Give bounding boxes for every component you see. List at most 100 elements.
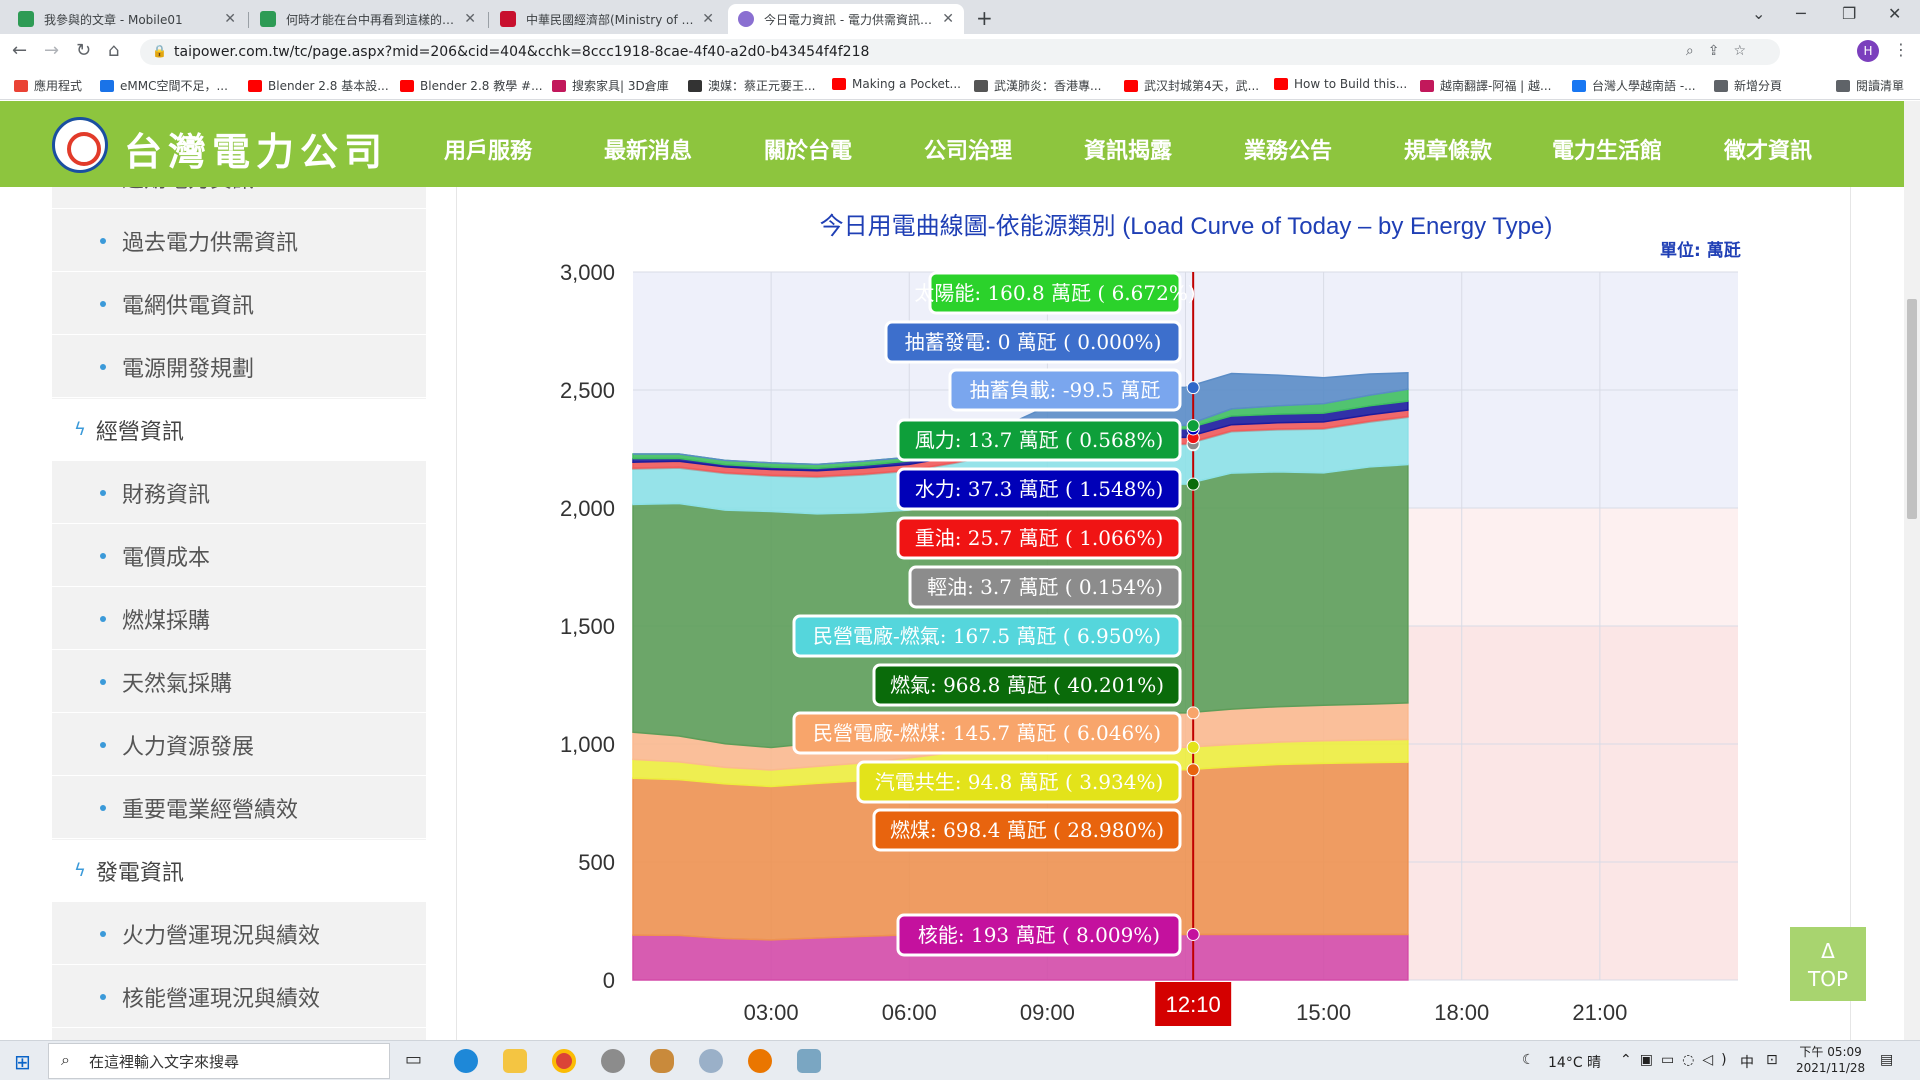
weather-text[interactable]: 14°C 晴	[1548, 1052, 1601, 1072]
bookmark-label: 新增分頁	[1734, 79, 1783, 93]
tab-title: 何時才能在台中再看到這樣的藍天	[286, 12, 457, 27]
sidebar-item[interactable]: 財務資訊	[52, 462, 426, 524]
windows-start-icon[interactable]: ⊞	[14, 1050, 31, 1074]
app-icon[interactable]	[699, 1049, 723, 1073]
taskbar-clock[interactable]: 下午 05:09 2021/11/28	[1796, 1044, 1865, 1076]
bookmark-item[interactable]: 新增分頁	[1714, 77, 1782, 94]
nav-item[interactable]: 用戶服務	[444, 133, 532, 165]
close-icon[interactable]: ✕	[702, 11, 714, 27]
browser-tab[interactable]: 何時才能在台中再看到這樣的藍天 ✕	[250, 4, 486, 34]
bookmark-item[interactable]: Blender 2.8 基本設...	[248, 77, 389, 94]
menu-kebab-icon[interactable]: ⋮	[1893, 40, 1909, 59]
browser-tab[interactable]: 中華民國經濟部(Ministry of Eco ✕	[490, 4, 724, 34]
nav-item[interactable]: 公司治理	[924, 133, 1012, 165]
sidebar-category[interactable]: ϟ 發電資訊	[52, 840, 426, 902]
site-logo-text[interactable]: 台灣電力公司	[124, 121, 388, 176]
sidebar-item-label: 電網供電資訊	[122, 293, 255, 319]
sidebar-item[interactable]: 重要電業經營績效	[52, 777, 426, 839]
bookmark-favicon-icon	[248, 79, 262, 92]
nav-item[interactable]: 規章條款	[1404, 133, 1492, 165]
app-icon[interactable]	[797, 1049, 821, 1073]
nav-item[interactable]: 關於台電	[764, 133, 852, 165]
sidebar-item[interactable]: 核能營運現況與績效	[52, 966, 426, 1028]
home-icon[interactable]: ⌂	[108, 40, 119, 61]
page-scrollbar[interactable]	[1904, 101, 1920, 1040]
nav-item[interactable]: 徵才資訊	[1724, 133, 1812, 165]
nav-item[interactable]: 業務公告	[1244, 133, 1332, 165]
close-window-icon[interactable]: ✕	[1888, 4, 1901, 23]
taskbar-search-input[interactable]: ⌕ 在這裡輸入文字來搜尋	[48, 1043, 390, 1079]
sidebar-item[interactable]: 近期電力資訊	[52, 187, 426, 209]
sidebar-category[interactable]: ϟ 經營資訊	[52, 399, 426, 461]
bookmark-item[interactable]: How to Build this...	[1274, 77, 1407, 91]
lock-icon: 🔒	[152, 44, 167, 58]
browser-tab[interactable]: 我參與的文章 - Mobile01 ✕	[8, 4, 246, 34]
scrollbar-thumb[interactable]	[1907, 299, 1917, 519]
sidebar-item[interactable]: 電源開發規劃	[52, 336, 426, 398]
back-arrow-icon[interactable]: ←	[12, 40, 27, 61]
tab-title: 我參與的文章 - Mobile01	[44, 12, 183, 27]
close-icon[interactable]: ✕	[224, 11, 236, 27]
nav-item[interactable]: 資訊揭露	[1084, 133, 1172, 165]
app-icon[interactable]	[650, 1049, 674, 1073]
bookmark-favicon-icon	[832, 78, 846, 90]
bookmark-item[interactable]: 閱讀清單	[1836, 77, 1904, 94]
app-icon[interactable]	[601, 1049, 625, 1073]
sidebar-item[interactable]: 電價成本	[52, 525, 426, 587]
nav-item[interactable]: 電力生活館	[1552, 133, 1662, 165]
bookmark-item[interactable]: 武汉封城第4天，武...	[1124, 77, 1259, 94]
profile-avatar[interactable]: H	[1857, 40, 1879, 62]
browser-tab-active[interactable]: 今日電力資訊 - 電力供需資訊 - 台 ✕	[728, 4, 964, 34]
new-tab-plus-icon[interactable]: +	[976, 6, 993, 30]
close-icon[interactable]: ✕	[942, 11, 954, 27]
sidebar-item-label: 重要電業經營績效	[122, 797, 299, 823]
sidebar-item[interactable]: 火力營運現況與績效	[52, 903, 426, 965]
sidebar-item-label: 發電資訊	[95, 860, 184, 886]
browser-toolbar: ← → ↻ ⌂ 🔒 taipower.com.tw/tc/page.aspx?m…	[0, 34, 1920, 70]
edge-icon[interactable]	[454, 1049, 478, 1073]
file-explorer-icon[interactable]	[503, 1049, 527, 1073]
bookmark-favicon-icon	[1836, 79, 1850, 92]
taipower-logo-icon[interactable]	[52, 117, 108, 173]
bookmark-item[interactable]: Blender 2.8 教學 #...	[400, 77, 543, 94]
reload-icon[interactable]: ↻	[76, 40, 91, 61]
bookmark-item[interactable]: 搜索家具| 3D倉庫	[552, 77, 669, 94]
omnibox-actions[interactable]: ⌕⇪☆	[1686, 43, 1760, 59]
site-header: 台灣電力公司 用戶服務 最新消息 關於台電 公司治理 資訊揭露 業務公告 規章條款 電力生活館…	[0, 101, 1904, 187]
sidebar-item[interactable]: 天然氣採購	[52, 651, 426, 713]
bookmark-item[interactable]: 應用程式	[14, 77, 82, 94]
ime-indicator[interactable]: 中	[1740, 1052, 1754, 1072]
bookmark-item[interactable]: 武漢肺炎：香港專...	[974, 77, 1101, 94]
bookmark-label: Blender 2.8 教學 #...	[420, 79, 543, 93]
system-tray-icons[interactable]: ⌃▣▭◌◁)	[1620, 1052, 1735, 1068]
back-to-top-button[interactable]: Δ TOP	[1790, 927, 1866, 1001]
main-content	[456, 187, 1851, 1040]
sidebar-item[interactable]: 過去電力供需資訊	[52, 210, 426, 272]
ime-mode-icon[interactable]: ⊡	[1766, 1052, 1778, 1068]
sidebar-item-label: 財務資訊	[122, 482, 211, 508]
address-bar[interactable]: 🔒 taipower.com.tw/tc/page.aspx?mid=206&c…	[140, 39, 1780, 65]
bullet-icon	[100, 615, 106, 622]
nav-item[interactable]: 最新消息	[604, 133, 692, 165]
minimize-icon[interactable]: ─	[1796, 4, 1806, 23]
bookmark-item[interactable]: Making a Pocket...	[832, 77, 961, 91]
bookmark-item[interactable]: 澳媒：蔡正元要王...	[688, 77, 815, 94]
tab-search-icon[interactable]: ⌄	[1752, 4, 1765, 23]
forward-arrow-icon[interactable]: →	[44, 40, 59, 61]
bookmark-label: 閱讀清單	[1856, 79, 1905, 93]
notification-icon[interactable]: ▤	[1880, 1052, 1893, 1068]
bookmark-item[interactable]: 台灣人學越南語 -...	[1572, 77, 1696, 94]
chrome-icon[interactable]	[552, 1049, 576, 1073]
task-view-icon[interactable]: ▭	[405, 1049, 422, 1070]
weather-icon: ☾	[1522, 1052, 1535, 1068]
bookmark-favicon-icon	[688, 79, 702, 92]
bookmark-item[interactable]: 越南翻譯-阿福 | 越...	[1420, 77, 1551, 94]
blender-icon[interactable]	[748, 1049, 772, 1073]
sidebar-item[interactable]: 燃煤採購	[52, 588, 426, 650]
bookmark-item[interactable]: eMMC空間不足，...	[100, 77, 228, 94]
sidebar-item-label: 電源開發規劃	[122, 356, 255, 382]
restore-icon[interactable]: ❐	[1842, 4, 1856, 23]
sidebar-item[interactable]: 電網供電資訊	[52, 273, 426, 335]
sidebar-item[interactable]: 人力資源發展	[52, 714, 426, 776]
close-icon[interactable]: ✕	[464, 11, 476, 27]
